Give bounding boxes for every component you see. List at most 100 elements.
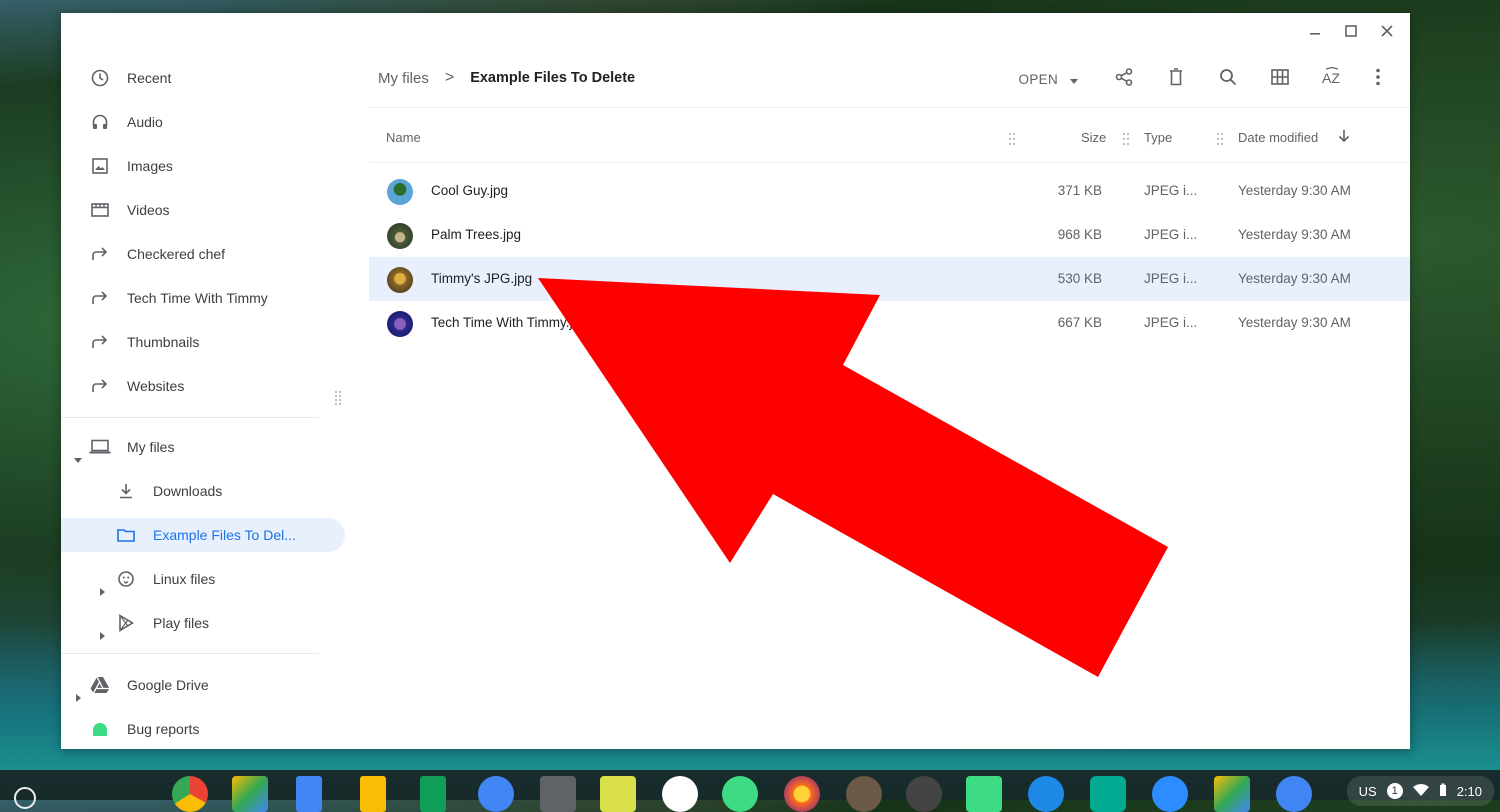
column-resize-handle[interactable] (1123, 133, 1129, 145)
column-header-row: Name Size Type Date modified (369, 114, 1410, 163)
shortcut-arrow-icon (89, 243, 111, 265)
expand-arrow-icon[interactable] (100, 588, 105, 596)
file-type: JPEG i... (1144, 271, 1198, 286)
sidebar-item-websites[interactable]: Websites (89, 369, 184, 403)
column-header-size[interactable]: Size (1081, 130, 1106, 145)
penguin-icon (115, 568, 137, 590)
drive-icon[interactable] (1214, 776, 1250, 812)
minimize-icon[interactable] (1300, 19, 1330, 43)
play-store-icon[interactable] (662, 776, 698, 812)
pinterest-icon[interactable] (1090, 776, 1126, 812)
google-docs-icon[interactable] (296, 776, 322, 812)
sidebar-item-play-files[interactable]: Play files (115, 606, 209, 640)
window-controls (1300, 19, 1402, 43)
sidebar-item-thumbnails[interactable]: Thumbnails (89, 325, 199, 359)
sidebar-item-linux-files[interactable]: Linux files (115, 562, 215, 596)
sidebar-resize-handle[interactable] (334, 390, 342, 406)
file-thumbnail (387, 179, 413, 205)
sidebar-item-downloads[interactable]: Downloads (115, 474, 222, 508)
expand-arrow-icon[interactable] (74, 458, 82, 463)
file-type: JPEG i... (1144, 183, 1198, 198)
file-date: Yesterday 9:30 AM (1238, 183, 1351, 198)
files-icon[interactable] (478, 776, 514, 812)
gimp-icon[interactable] (846, 776, 882, 812)
search-button[interactable] (1202, 61, 1254, 97)
file-type: JPEG i... (1144, 315, 1198, 330)
firefox-icon[interactable] (784, 776, 820, 812)
folder-icon (115, 524, 137, 546)
table-row[interactable]: Palm Trees.jpg 968 KB JPEG i... Yesterda… (369, 213, 1410, 257)
sidebar-item-tech-time-with-timmy[interactable]: Tech Time With Timmy (89, 281, 268, 315)
column-resize-handle[interactable] (1217, 133, 1223, 145)
sidebar-item-label: Audio (127, 114, 163, 130)
file-date: Yesterday 9:30 AM (1238, 315, 1351, 330)
sidebar-item-recent[interactable]: Recent (89, 61, 171, 95)
file-date: Yesterday 9:30 AM (1238, 227, 1351, 242)
sidebar-item-label: Websites (127, 378, 185, 394)
sidebar-item-label: Images (127, 158, 173, 174)
notes-icon[interactable] (600, 776, 636, 812)
wifi-icon (1412, 783, 1429, 799)
breadcrumb-root[interactable]: My files (378, 70, 429, 87)
grid-view-button[interactable] (1254, 61, 1306, 97)
table-row[interactable]: Cool Guy.jpg 371 KB JPEG i... Yesterday … (369, 169, 1410, 213)
table-row[interactable]: Timmy's JPG.jpg 530 KB JPEG i... Yesterd… (369, 257, 1410, 301)
launcher-icon[interactable] (14, 787, 36, 809)
breadcrumb: My files > Example Files To Delete (378, 69, 635, 87)
file-name: Tech Time With Timmy.jpg (431, 315, 588, 330)
sidebar-item-label: Checkered chef (127, 246, 226, 262)
sidebar-item-example-files-to-delete[interactable]: Example Files To Del... (61, 518, 345, 552)
sidebar-item-bug-reports[interactable]: Bug reports (89, 712, 199, 746)
vpn-icon[interactable] (1028, 776, 1064, 812)
file-size: 530 KB (1057, 271, 1102, 286)
google-keep-icon[interactable] (360, 776, 386, 812)
sidebar-item-checkered-chef[interactable]: Checkered chef (89, 237, 225, 271)
linux-icon[interactable] (906, 776, 942, 812)
search-icon (1219, 68, 1237, 91)
screen-capture-icon[interactable] (540, 776, 576, 812)
shortcut-arrow-icon (89, 287, 111, 309)
share-button[interactable] (1098, 61, 1150, 97)
trash-icon (1169, 67, 1183, 91)
zoom-icon[interactable] (1152, 776, 1188, 812)
maximize-icon[interactable] (1336, 19, 1366, 43)
google-sheets-icon[interactable] (420, 776, 446, 812)
expand-arrow-icon[interactable] (100, 632, 105, 640)
shortcut-arrow-icon (89, 375, 111, 397)
file-size: 371 KB (1057, 183, 1102, 198)
sidebar-item-label: Example Files To Del... (153, 527, 296, 543)
sidebar-item-label: Thumbnails (127, 334, 200, 350)
file-thumbnail (387, 311, 413, 337)
sort-button[interactable]: AZ (1306, 61, 1358, 97)
status-tray[interactable]: US 1 2:10 (1346, 776, 1494, 806)
sidebar-item-audio[interactable]: Audio (89, 105, 163, 139)
file-name: Palm Trees.jpg (431, 227, 522, 242)
sidebar-divider (61, 653, 319, 654)
sort-descending-icon[interactable] (1338, 129, 1350, 146)
open-button[interactable]: OPEN (1019, 72, 1078, 87)
android-studio-icon[interactable] (966, 776, 1002, 812)
android-icon[interactable] (722, 776, 758, 812)
sidebar-item-my-files[interactable]: My files (89, 430, 174, 464)
sidebar-item-images[interactable]: Images (89, 149, 173, 183)
column-header-name[interactable]: Name (386, 130, 421, 145)
column-header-type[interactable]: Type (1144, 130, 1172, 145)
table-row[interactable]: Tech Time With Timmy.jpg 667 KB JPEG i..… (369, 301, 1410, 345)
sort-az-icon: AZ (1321, 66, 1343, 92)
chrome-icon[interactable] (172, 776, 208, 812)
sidebar-item-google-drive[interactable]: Google Drive (89, 668, 209, 702)
more-button[interactable] (1358, 61, 1398, 97)
delete-button[interactable] (1150, 61, 1202, 97)
column-header-date[interactable]: Date modified (1238, 130, 1318, 145)
sidebar-item-videos[interactable]: Videos (89, 193, 170, 227)
column-resize-handle[interactable] (1009, 133, 1015, 145)
file-list: Name Size Type Date modified Cool Guy.jp… (369, 114, 1410, 345)
close-icon[interactable] (1372, 19, 1402, 43)
more-vert-icon (1376, 68, 1380, 91)
expand-arrow-icon[interactable] (76, 694, 81, 702)
breadcrumb-current: Example Files To Delete (470, 70, 636, 86)
film-icon (89, 199, 111, 221)
google-drive-icon[interactable] (232, 776, 268, 812)
chevron-down-icon (1070, 72, 1078, 87)
settings-icon[interactable] (1276, 776, 1312, 812)
